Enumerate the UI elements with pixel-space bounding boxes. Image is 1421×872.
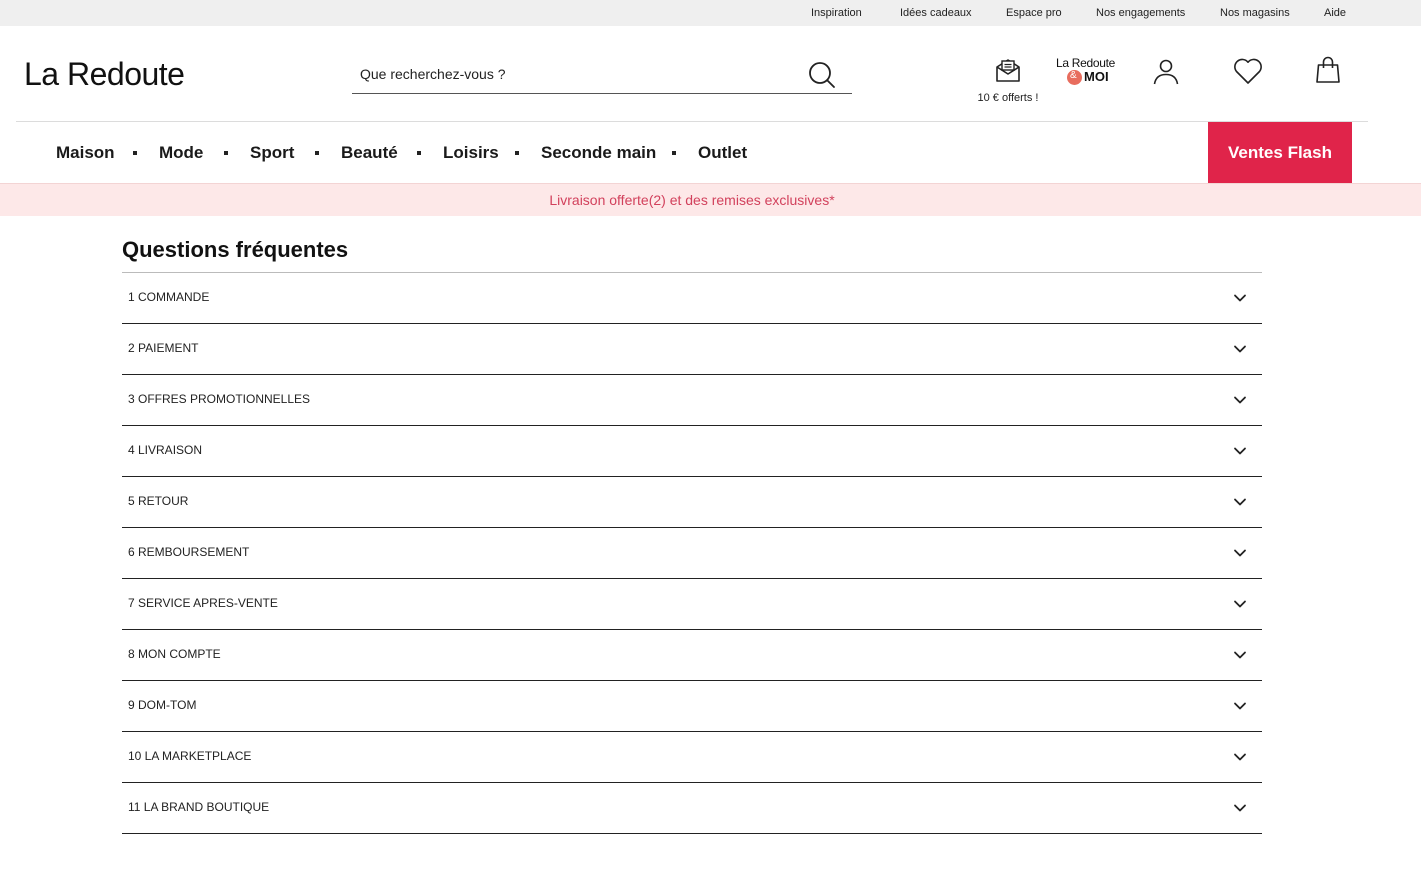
nav-item-loisirs[interactable]: Loisirs — [443, 142, 499, 164]
site-logo[interactable]: La Redoute — [24, 55, 185, 93]
flash-sales-button[interactable]: Ventes Flash — [1208, 122, 1352, 183]
search-icon[interactable] — [808, 61, 836, 89]
loyalty-moi-text: MOI — [1084, 69, 1109, 84]
nav-separator — [672, 151, 676, 155]
faq-item-remboursement[interactable]: 6 REMBOURSEMENT — [122, 528, 1262, 579]
nav-separator — [515, 151, 519, 155]
nav-item-mode[interactable]: Mode — [159, 142, 203, 164]
faq-item-paiement[interactable]: 2 PAIEMENT — [122, 324, 1262, 375]
faq-item-label: 7 SERVICE APRES-VENTE — [128, 596, 278, 610]
search-input[interactable] — [360, 64, 790, 84]
faq-item-la-marketplace[interactable]: 10 LA MARKETPLACE — [122, 732, 1262, 783]
faq-item-offres-promotionnelles[interactable]: 3 OFFRES PROMOTIONNELLES — [122, 375, 1262, 426]
utility-link-commitments[interactable]: Nos engagements — [1096, 6, 1185, 20]
chevron-down-icon[interactable] — [1233, 393, 1247, 407]
chevron-down-icon[interactable] — [1233, 342, 1247, 356]
nav-separator — [224, 151, 228, 155]
chevron-down-icon[interactable] — [1233, 699, 1247, 713]
chevron-down-icon[interactable] — [1233, 648, 1247, 662]
nav-separator — [133, 151, 137, 155]
utility-link-stores[interactable]: Nos magasins — [1220, 6, 1290, 20]
chevron-down-icon[interactable] — [1233, 801, 1247, 815]
faq-item-livraison[interactable]: 4 LIVRAISON — [122, 426, 1262, 477]
faq-item-retour[interactable]: 5 RETOUR — [122, 477, 1262, 528]
header-divider — [16, 121, 1368, 122]
faq-item-label: 8 MON COMPTE — [128, 647, 221, 661]
nav-item-maison[interactable]: Maison — [56, 142, 115, 164]
chevron-down-icon[interactable] — [1233, 444, 1247, 458]
user-icon[interactable] — [1152, 57, 1180, 85]
heart-icon[interactable] — [1232, 57, 1264, 85]
envelope-gift-icon[interactable] — [994, 56, 1022, 84]
faq-item-label: 11 LA BRAND BOUTIQUE — [128, 800, 270, 814]
nav-item-seconde-main[interactable]: Seconde main — [541, 142, 656, 164]
faq-accordion: 1 COMMANDE 2 PAIEMENT 3 OFFRES PROMOTION… — [122, 273, 1262, 834]
nav-item-outlet[interactable]: Outlet — [698, 142, 747, 164]
utility-bar: Inspiration Idées cadeaux Espace pro Nos… — [0, 0, 1421, 26]
nav-separator — [315, 151, 319, 155]
utility-link-gift-ideas[interactable]: Idées cadeaux — [900, 6, 972, 20]
faq-item-service-apres-vente[interactable]: 7 SERVICE APRES-VENTE — [122, 579, 1262, 630]
faq-item-label: 5 RETOUR — [128, 494, 189, 508]
faq-item-la-brand-boutique[interactable]: 11 LA BRAND BOUTIQUE — [122, 783, 1262, 834]
faq-item-label: 10 LA MARKETPLACE — [128, 749, 252, 763]
promo-banner[interactable]: Livraison offerte(2) et des remises excl… — [0, 183, 1421, 216]
faq-title: Questions fréquentes — [122, 237, 349, 262]
faq-item-label: 6 REMBOURSEMENT — [128, 545, 250, 559]
loyalty-amp-badge: & — [1067, 70, 1082, 85]
faq-item-dom-tom[interactable]: 9 DOM-TOM — [122, 681, 1262, 732]
faq-item-mon-compte[interactable]: 8 MON COMPTE — [122, 630, 1262, 681]
faq-item-label: 4 LIVRAISON — [128, 443, 203, 457]
utility-link-help[interactable]: Aide — [1324, 6, 1346, 20]
utility-link-inspiration[interactable]: Inspiration — [811, 6, 862, 20]
nav-item-sport[interactable]: Sport — [250, 142, 294, 164]
loyalty-brand-text: La Redoute — [1056, 56, 1116, 70]
promo-banner-text: Livraison offerte(2) et des remises excl… — [549, 192, 835, 208]
chevron-down-icon[interactable] — [1233, 291, 1247, 305]
faq-item-label: 3 OFFRES PROMOTIONNELLES — [128, 392, 311, 406]
nav-separator — [417, 151, 421, 155]
faq-item-label: 2 PAIEMENT — [128, 341, 199, 355]
chevron-down-icon[interactable] — [1233, 546, 1247, 560]
chevron-down-icon[interactable] — [1233, 750, 1247, 764]
loyalty-program-logo[interactable]: La Redoute & MOI — [1050, 56, 1126, 88]
faq-item-label: 9 DOM-TOM — [128, 698, 197, 712]
search-bar — [352, 56, 852, 94]
gift-offer-label[interactable]: 10 € offerts ! — [970, 92, 1046, 104]
shopping-bag-icon[interactable] — [1315, 55, 1341, 85]
chevron-down-icon[interactable] — [1233, 495, 1247, 509]
faq-item-commande[interactable]: 1 COMMANDE — [122, 273, 1262, 324]
faq-item-label: 1 COMMANDE — [128, 290, 210, 304]
utility-link-pro-space[interactable]: Espace pro — [1006, 6, 1062, 20]
chevron-down-icon[interactable] — [1233, 597, 1247, 611]
nav-item-beaute[interactable]: Beauté — [341, 142, 398, 164]
